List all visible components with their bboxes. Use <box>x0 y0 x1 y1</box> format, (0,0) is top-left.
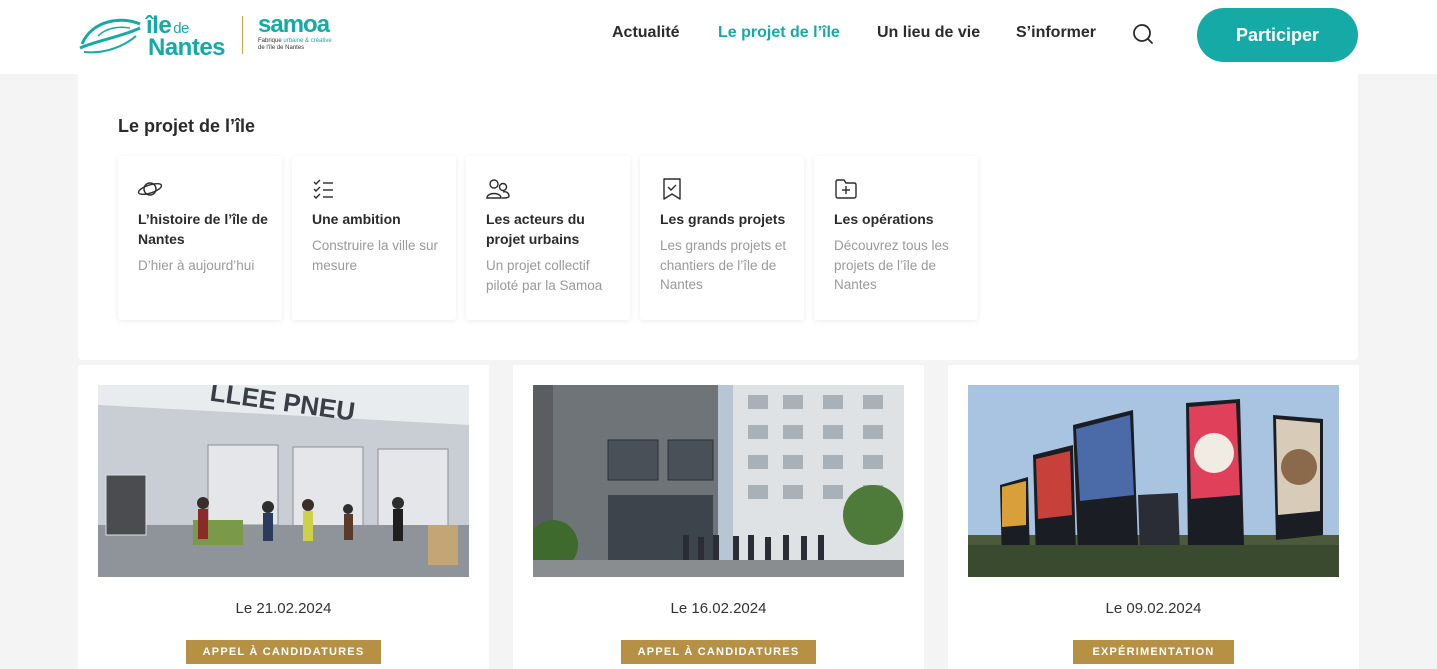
menu-card-title: L’histoire de l’île de Nantes <box>138 211 268 247</box>
samoa-logo[interactable]: samoa Fabrique urbaine & créative de l'î… <box>258 11 368 58</box>
art-panels-photo[interactable] <box>968 385 1339 577</box>
menu-card-subtitle: Les grands projets et chantiers de l’île… <box>660 238 787 292</box>
search-icon[interactable] <box>1131 22 1155 46</box>
checklist-icon <box>311 176 337 202</box>
samoa-tagline-c: de l'île de Nantes <box>258 45 305 51</box>
participer-button[interactable]: Participer <box>1197 8 1358 62</box>
nav-actualite[interactable]: Actualité <box>612 24 680 42</box>
planet-icon <box>137 176 163 202</box>
samoa-name: samoa <box>258 11 330 38</box>
menu-card-subtitle: D’hier à aujourd’hui <box>138 258 255 273</box>
nav-sinformer[interactable]: S’informer <box>1016 24 1096 42</box>
buildings-photo[interactable] <box>533 385 904 577</box>
menu-card-subtitle: Construire la ville sur mesure <box>312 238 439 273</box>
menu-card-ambition[interactable]: Une ambition Construire la ville sur mes… <box>292 156 456 320</box>
menu-card-title: Les acteurs du projet urbains <box>486 211 585 247</box>
article-date: Le 09.02.2024 <box>1105 600 1202 617</box>
article-date: Le 21.02.2024 <box>235 600 332 617</box>
samoa-tagline-a: Fabrique <box>258 38 282 44</box>
menu-card-histoire[interactable]: L’histoire de l’île de Nantes D’hier à a… <box>118 156 282 320</box>
menu-card-subtitle: Découvrez tous les projets de l’île de N… <box>834 238 949 292</box>
bookmark-check-icon <box>659 176 685 202</box>
ile-de-nantes-logo[interactable]: île de Nantes <box>78 10 228 61</box>
mega-menu: Le projet de l’île L’histoire de l’île d… <box>78 74 1358 360</box>
mega-menu-title: Le projet de l’île <box>118 116 256 136</box>
nav-le-projet[interactable]: Le projet de l’île <box>718 24 840 42</box>
site-header: île de Nantes samoa Fabrique urbaine & cr… <box>0 0 1437 74</box>
market-hall-photo[interactable]: LLEE PNEU <box>98 385 469 577</box>
article-tag[interactable]: EXPÉRIMENTATION <box>1073 640 1234 664</box>
menu-card-acteurs[interactable]: Les acteurs du projet urbains Un projet … <box>466 156 630 320</box>
article-card[interactable]: Le 09.02.2024 EXPÉRIMENTATION <box>948 365 1359 669</box>
article-tag[interactable]: APPEL À CANDIDATURES <box>621 640 816 664</box>
article-card[interactable]: LLEE PNEU Le 21.02.2024 APPEL À CANDIDAT… <box>78 365 489 669</box>
nav-lieu-de-vie[interactable]: Un lieu de vie <box>877 24 980 42</box>
menu-card-grands-projets[interactable]: Les grands projets Les grands projets et… <box>640 156 804 320</box>
article-card[interactable]: Le 16.02.2024 APPEL À CANDIDATURES <box>513 365 924 669</box>
menu-card-title: Les grands projets <box>660 211 786 227</box>
article-tag[interactable]: APPEL À CANDIDATURES <box>186 640 381 664</box>
users-icon <box>485 176 511 202</box>
island-logo-icon <box>79 18 141 54</box>
samoa-tagline-b: urbaine & créative <box>283 38 332 44</box>
menu-card-title: Les opérations <box>834 211 934 227</box>
article-date: Le 16.02.2024 <box>670 600 767 617</box>
folder-plus-icon <box>833 176 859 202</box>
logo-divider <box>242 16 243 54</box>
menu-card-subtitle: Un projet collectif piloté par la Samoa <box>486 258 603 293</box>
menu-card-title: Une ambition <box>312 211 401 227</box>
logo-nantes-text: Nantes <box>148 34 226 61</box>
menu-card-operations[interactable]: Les opérations Découvrez tous les projet… <box>814 156 978 320</box>
